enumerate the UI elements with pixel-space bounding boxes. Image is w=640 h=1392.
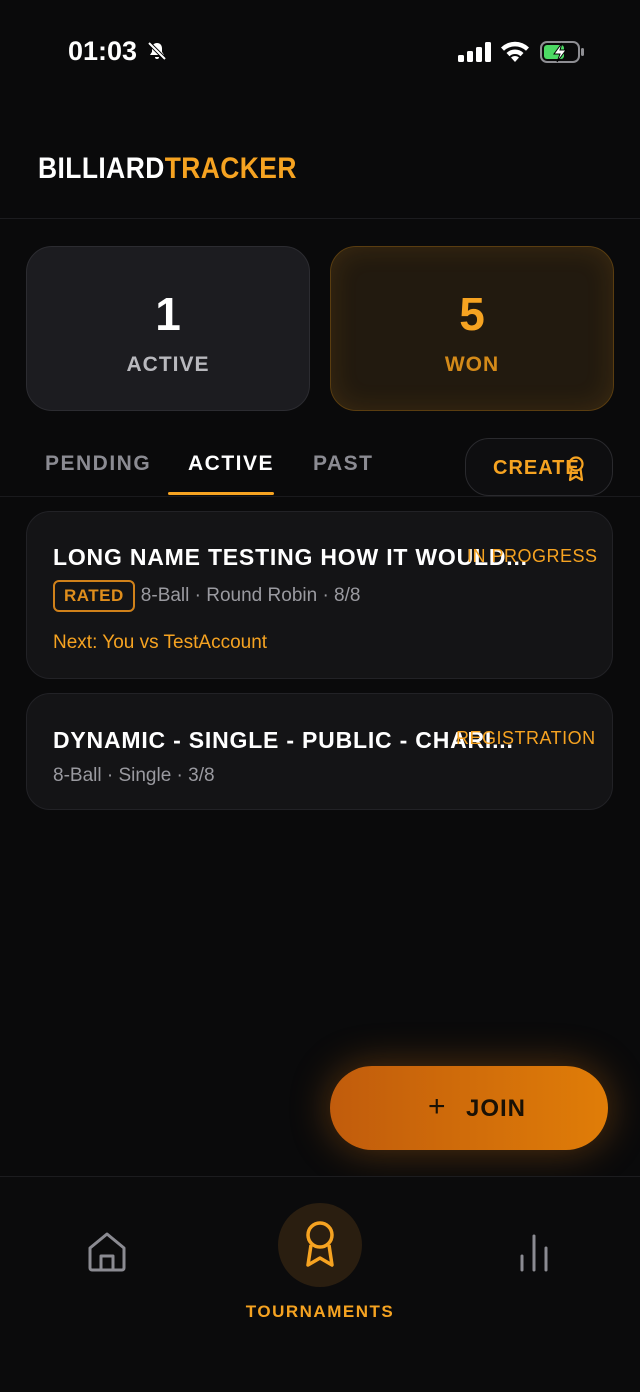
award-icon: [568, 456, 584, 482]
tournament-title: DYNAMIC - SINGLE - PUBLIC - CHARI...: [53, 727, 514, 753]
tab-past[interactable]: PAST: [313, 452, 373, 476]
cellular-signal-icon: [458, 42, 491, 62]
app-logo-text: BILLIARDTRACKER: [38, 152, 297, 186]
tournament-card[interactable]: DYNAMIC - SINGLE - PUBLIC - CHARI... REG…: [26, 693, 613, 810]
tournament-title: LONG NAME TESTING HOW IT WOULD...: [53, 544, 528, 570]
nav-tournaments-label[interactable]: TOURNAMENTS: [0, 1302, 640, 1322]
tab-pending[interactable]: PENDING: [45, 452, 151, 476]
tournament-status: REGISTRATION: [456, 728, 596, 748]
header-divider: [0, 218, 640, 219]
battery-charging-icon: [540, 41, 584, 63]
tournament-meta-row: RATED 8-Ball · Round Robin · 8/8: [53, 580, 360, 612]
rated-badge: RATED: [53, 580, 135, 612]
tournament-card[interactable]: LONG NAME TESTING HOW IT WOULD... IN PRO…: [26, 511, 613, 679]
tournament-meta: 8-Ball · Single · 3/8: [53, 765, 215, 786]
award-icon: [306, 1221, 334, 1267]
status-bar: 01:03: [0, 0, 640, 100]
tournament-status: IN PROGRESS: [467, 546, 598, 566]
home-icon[interactable]: [84, 1228, 130, 1274]
active-count-label: ACTIVE: [126, 353, 210, 376]
bell-muted-icon: [147, 41, 167, 61]
tabs-divider: [0, 496, 640, 497]
won-count-value: 5: [459, 288, 485, 340]
brand-part-tracker: TRACKER: [164, 152, 297, 185]
active-count-card[interactable]: 1 ACTIVE: [26, 246, 310, 411]
create-tournament-button[interactable]: CREATE: [465, 438, 613, 496]
tournament-meta: 8-Ball · Round Robin · 8/8: [140, 585, 361, 607]
active-tab-indicator: [168, 492, 274, 495]
won-count-card[interactable]: 5 WON: [330, 246, 614, 411]
plus-icon: +: [428, 1090, 446, 1123]
wifi-icon: [501, 41, 529, 62]
active-count-value: 1: [155, 288, 181, 340]
brand-part-billiard: BILLIARD: [38, 152, 165, 185]
status-time: 01:03: [68, 36, 138, 66]
join-button-label: JOIN: [466, 1095, 527, 1122]
bar-chart-icon[interactable]: [516, 1232, 552, 1272]
won-count-label: WON: [444, 353, 500, 376]
next-match: Next: You vs TestAccount: [53, 632, 268, 653]
tab-active[interactable]: ACTIVE: [188, 452, 274, 476]
join-tournament-button[interactable]: + JOIN: [330, 1066, 608, 1150]
